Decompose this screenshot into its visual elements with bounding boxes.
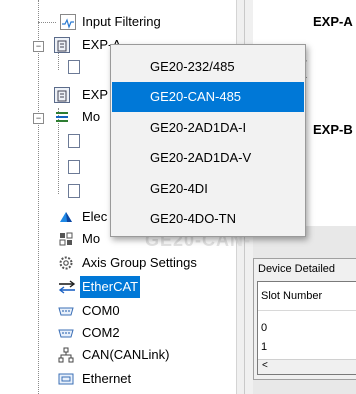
- collapse-toggle[interactable]: −: [33, 41, 44, 52]
- waveform-icon: [60, 14, 76, 30]
- dropdown-option[interactable]: GE20-232/485: [112, 52, 304, 82]
- dropdown-option[interactable]: GE20-2AD1DA-I: [112, 113, 304, 143]
- ethercat-icon: [58, 279, 76, 295]
- slot-module-icon: [68, 134, 80, 148]
- device-detailed-title: Device Detailed: [258, 263, 336, 275]
- electronic-cam-icon: [58, 209, 74, 225]
- dropdown-option-highlighted[interactable]: GE20-CAN-485: [112, 82, 304, 112]
- ethernet-icon: [58, 371, 74, 387]
- tree-item-label: CAN(CANLink): [82, 347, 170, 362]
- serial-port-icon: [58, 325, 74, 341]
- module-icon: [54, 87, 70, 103]
- slot-module-icon: [68, 184, 80, 198]
- tree-item-label: COM0: [82, 303, 120, 318]
- table-row[interactable]: 0: [261, 322, 267, 334]
- dropdown-option[interactable]: GE20-4DO-TN: [112, 204, 304, 234]
- tree-item-label: Axis Group Settings: [82, 255, 197, 270]
- tree-item-label: EtherCAT: [80, 276, 141, 298]
- serial-port-icon: [58, 303, 74, 319]
- exp-b-heading: EXP-B: [313, 122, 353, 137]
- tree-guide-line: [58, 52, 59, 70]
- table-hscrollbar[interactable]: <: [258, 359, 356, 374]
- module-type-dropdown[interactable]: GE20-232/485 GE20-CAN-485 GE20-2AD1DA-I …: [110, 44, 306, 237]
- slot-module-icon: [68, 160, 80, 174]
- tree-item-label: Mo: [82, 231, 101, 246]
- motion-module-icon: [54, 109, 70, 125]
- scroll-left-arrow[interactable]: <: [262, 360, 268, 371]
- tree-item-label: EXP: [82, 87, 109, 102]
- gear-icon: [58, 255, 74, 271]
- tree-guide-line: [38, 0, 39, 394]
- device-detailed-group: Device Detailed Slot Number 0 1 <: [253, 258, 356, 380]
- module-icon: [54, 37, 70, 53]
- dropdown-option[interactable]: GE20-4DI: [112, 174, 304, 204]
- slot-table[interactable]: Slot Number 0 1 <: [257, 281, 356, 375]
- dropdown-option[interactable]: GE20-2AD1DA-V: [112, 143, 304, 173]
- tree-item-label: Ethernet: [82, 371, 132, 386]
- tree-item-label: Mo: [82, 109, 101, 124]
- collapse-toggle[interactable]: −: [33, 113, 44, 124]
- motor-icon: [58, 231, 74, 247]
- can-network-icon: [58, 347, 74, 363]
- tree-item-label: Elec: [82, 209, 108, 224]
- exp-a-heading: EXP-A: [313, 14, 353, 29]
- table-header: Slot Number: [261, 290, 323, 302]
- tree-item-label: COM2: [82, 325, 120, 340]
- slot-module-icon: [68, 60, 80, 74]
- table-row[interactable]: 1: [261, 341, 267, 353]
- tree-item-label: Input Filtering: [82, 14, 161, 29]
